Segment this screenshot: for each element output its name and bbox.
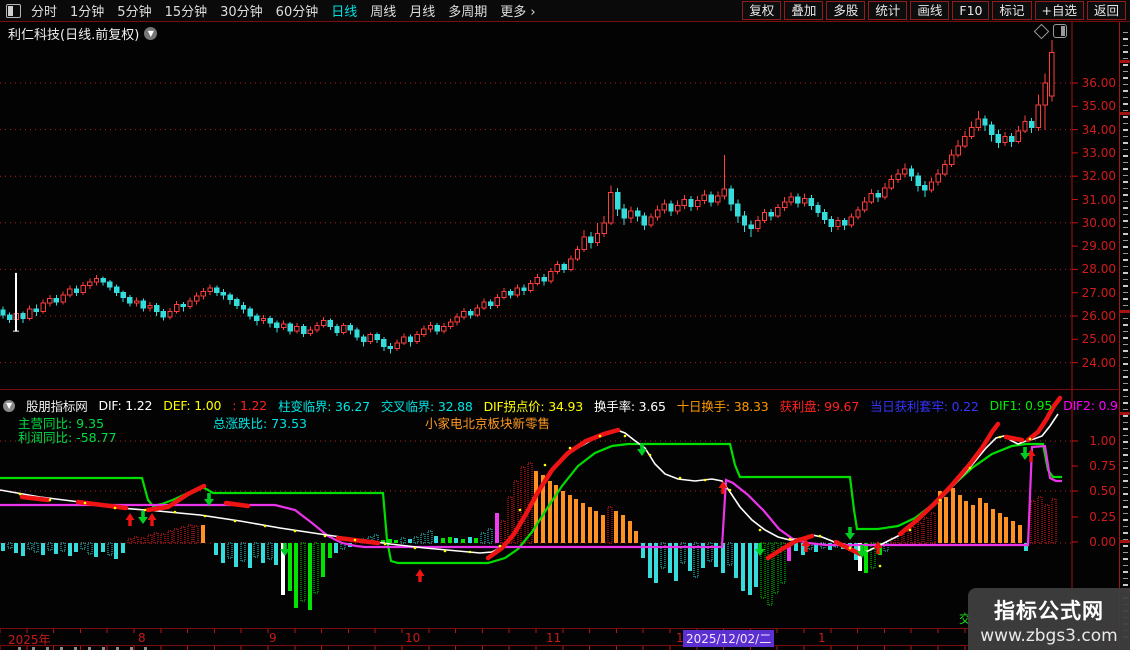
indicator-axis-label: 0.75: [1089, 459, 1116, 473]
price-label: 28.00: [1081, 262, 1116, 277]
page-title: 利仁科技(日线.前复权): [8, 28, 140, 43]
watermark-site-name: 指标公式网: [994, 599, 1104, 623]
buy-arrow-icon: [415, 569, 425, 582]
price-label: 31.00: [1081, 192, 1116, 207]
period-tabs: 分时 1分钟 5分钟 15分钟 30分钟 60分钟 日线 周线 月线 多周期 更多 ›: [31, 1, 549, 20]
month-label: 9: [269, 631, 277, 645]
period-tab-7[interactable]: 周线: [370, 1, 396, 20]
panel-toggle-icon[interactable]: [6, 3, 21, 18]
toolbar-button-5[interactable]: F10: [952, 1, 990, 20]
main-grid: [0, 82, 1078, 364]
sell-arrow-icon: [1020, 447, 1030, 460]
indicator-label-利润同比: 利润同比: -58.77: [18, 430, 117, 445]
kline-style-icon[interactable]: [1053, 24, 1067, 38]
toolbar-button-0[interactable]: 复权: [742, 1, 782, 20]
month-label: 1: [818, 631, 826, 645]
buy-arrow-icon: [125, 513, 135, 526]
clipped-red-mark: [1120, 112, 1130, 115]
trading-app-window: 分时 1分钟 5分钟 15分钟 30分钟 60分钟 日线 周线 月线 多周期 更多 › 复权 叠加 多股…: [0, 0, 1130, 650]
toolbar-button-2[interactable]: 多股: [826, 1, 866, 20]
clipped-red-mark: [1120, 412, 1130, 415]
period-tab-1[interactable]: 1分钟: [70, 1, 104, 20]
price-label: 27.00: [1081, 285, 1116, 300]
period-tab-8[interactable]: 月线: [409, 1, 435, 20]
right-edge-clipped-panel: [1119, 22, 1130, 650]
price-label: 36.00: [1081, 76, 1116, 90]
sell-arrow-icon: [845, 527, 855, 540]
indicator-label-总涨跌比: 总涨跌比: 73.53: [213, 416, 307, 431]
period-tab-0[interactable]: 分时: [31, 1, 57, 20]
watermark: 指标公式网 www.zbgs3.com: [968, 588, 1130, 650]
price-label: 26.00: [1081, 309, 1116, 323]
sell-arrow-icon: [138, 511, 148, 524]
price-label: 34.00: [1081, 122, 1116, 137]
period-tab-4[interactable]: 30分钟: [220, 1, 263, 20]
indicator-axis-label: 0.25: [1089, 510, 1116, 524]
indicator-axis-label: 1.00: [1089, 434, 1116, 448]
indicator-field-当日获利套牢: 当日获利套牢: 0.22: [869, 399, 979, 414]
date-ticks: [0, 629, 1073, 650]
clipped-red-mark: [1120, 540, 1130, 543]
clipped-red-mark: [1120, 310, 1130, 313]
price-label: 30.00: [1081, 215, 1116, 230]
selected-date-label: 2025/12/02/二: [683, 630, 775, 647]
indicator-field-获利盘: 获利盘: 99.67: [779, 399, 860, 414]
indicator-field-DEF: DEF: 1.00: [163, 398, 222, 413]
price-label: 24.00: [1081, 355, 1116, 370]
chart-canvas[interactable]: [0, 0, 1130, 650]
candlestick-layer: [0, 39, 1055, 354]
clipped-red-mark: [1120, 60, 1130, 63]
indicator-field-red-value: : 1.22: [232, 398, 268, 413]
indicator-field-DIF: DIF: 1.22: [98, 398, 153, 413]
price-label: 35.00: [1081, 99, 1116, 114]
indicator-field-DIF2: DIF2: 0.93: [1063, 398, 1126, 413]
indicator-axis-label: 0.50: [1089, 484, 1116, 498]
toolbar-button-4[interactable]: 画线: [910, 1, 950, 20]
indicator-axis-label: 0.00: [1089, 535, 1116, 549]
toolbar-right-buttons: 复权 叠加 多股 统计 画线 F10 标记 +自选 返回: [742, 1, 1130, 20]
price-label: 25.00: [1081, 332, 1116, 347]
price-label: 33.00: [1081, 145, 1116, 160]
chevron-down-icon[interactable]: ▼: [3, 399, 15, 412]
indicator-field-换手率: 换手率: 3.65: [594, 399, 666, 414]
indicator-label-小家电北京板块新零售: 小家电北京板块新零售: [425, 416, 551, 431]
month-label: 2025年: [8, 633, 51, 647]
price-label: 29.00: [1081, 239, 1116, 254]
chart-title-row[interactable]: 利仁科技(日线.前复权) ▼: [8, 24, 158, 43]
price-label: 32.00: [1081, 169, 1116, 184]
month-label: 10: [405, 631, 421, 645]
chevron-down-icon[interactable]: ▼: [144, 27, 158, 40]
toolbar-button-3[interactable]: 统计: [868, 1, 908, 20]
toolbar-button-8[interactable]: 返回: [1086, 1, 1126, 20]
buy-arrow-icon: [147, 513, 157, 526]
indicator-header: ▼ 股朋指标网 DIF: 1.22 DEF: 1.00: 1.22 柱变临界: 36…: [3, 396, 1126, 415]
indicator-field-十日换手: 十日换手: 38.33: [676, 399, 769, 414]
clipped-vertical-text: [1123, 28, 1128, 638]
period-tab-10[interactable]: 更多 ›: [500, 1, 535, 20]
toolbar-button-6[interactable]: 标记: [992, 1, 1032, 20]
toolbar-button-7[interactable]: +自选: [1034, 1, 1084, 20]
period-tab-5[interactable]: 60分钟: [276, 1, 319, 20]
period-tab-9[interactable]: 多周期: [448, 1, 487, 20]
period-tab-2[interactable]: 5分钟: [117, 1, 151, 20]
toolbar-button-1[interactable]: 叠加: [784, 1, 824, 20]
period-tab-6[interactable]: 日线: [331, 1, 357, 20]
month-label: 11: [546, 631, 562, 645]
indicator-field-DIF1: DIF1: 0.95: [989, 398, 1053, 413]
period-tab-3[interactable]: 15分钟: [165, 1, 208, 20]
month-label: 8: [138, 631, 146, 645]
watermark-site-url: www.zbgs3.com: [980, 626, 1118, 646]
top-toolbar: 分时 1分钟 5分钟 15分钟 30分钟 60分钟 日线 周线 月线 多周期 更多 › 复权 叠加 多股…: [0, 0, 1130, 22]
